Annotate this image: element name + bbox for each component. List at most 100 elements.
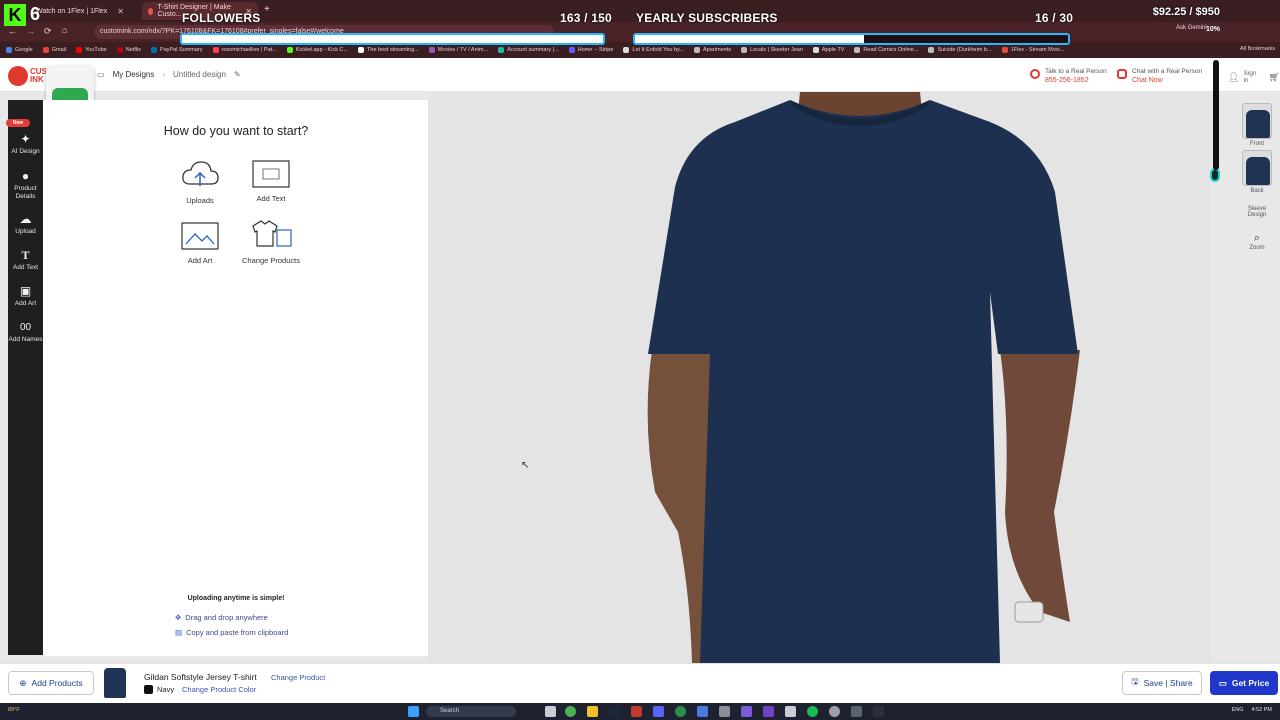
color-name: Navy: [157, 685, 175, 694]
bookmark[interactable]: The best streaming...: [358, 47, 419, 53]
subs-label: YEARLY SUBSCRIBERS: [636, 11, 778, 25]
clock[interactable]: 4:52 PM: [1252, 707, 1272, 713]
rail-add-text[interactable]: T Add Text: [8, 249, 43, 272]
subs-progress-fill: [635, 35, 865, 43]
sign-in[interactable]: 👤︎ Sign in 🛒︎: [1228, 70, 1280, 84]
steam-icon[interactable]: [609, 706, 620, 717]
view-sleeve-design[interactable]: Sleeve Design: [1240, 206, 1274, 218]
clipboard-icon: ▤: [175, 628, 183, 637]
back-icon[interactable]: ←: [8, 26, 17, 36]
phone-number[interactable]: 855-256-1852: [1045, 76, 1107, 85]
app-icon[interactable]: [719, 706, 730, 717]
back-thumbnail: [1242, 150, 1272, 186]
taskview-icon[interactable]: [545, 706, 556, 717]
spotify-icon[interactable]: [807, 706, 818, 717]
breadcrumb-current[interactable]: Untitled design: [173, 70, 226, 79]
movies-icon: [428, 47, 435, 53]
rail-add-names[interactable]: 00 Add Names: [8, 321, 43, 344]
bookmark[interactable]: Kicklet.app - Kick C...: [286, 47, 348, 53]
rail-product-details[interactable]: ● Product Details: [8, 170, 43, 200]
app-icon[interactable]: [697, 706, 708, 717]
bookmark[interactable]: rosomichaellive | Pat...: [212, 47, 277, 53]
chat-now-link[interactable]: Chat Now: [1132, 76, 1202, 85]
folder-icon: ▭: [97, 70, 105, 79]
bookmark[interactable]: Movies / TV / Anim...: [428, 47, 488, 53]
pencil-icon[interactable]: ✎: [234, 70, 241, 79]
folder-icon: [854, 47, 861, 53]
bookmark[interactable]: Gmail: [42, 47, 66, 53]
grid-app-icon[interactable]: [763, 706, 774, 717]
youtube-icon: [76, 47, 83, 53]
reload-icon[interactable]: ⟳: [44, 26, 52, 37]
language-indicator[interactable]: ENG: [1232, 707, 1244, 713]
design-canvas[interactable]: [430, 92, 1210, 663]
zoom-button[interactable]: ⌕ Zoom: [1240, 232, 1274, 251]
view-front[interactable]: Front: [1240, 103, 1274, 147]
app-icon[interactable]: [785, 706, 796, 717]
gemini-button[interactable]: Ask Gemini: [1176, 25, 1207, 31]
rail-ai-design[interactable]: ✦ AI Design: [8, 133, 43, 156]
app-icon[interactable]: [851, 706, 862, 717]
bookmark[interactable]: Account summary |...: [498, 47, 559, 53]
goal-percent: 10%: [1206, 26, 1221, 33]
file-explorer-icon[interactable]: [587, 706, 598, 717]
paypal-icon: [151, 47, 158, 53]
scrollbar[interactable]: [1213, 60, 1219, 170]
windows-start-icon[interactable]: [408, 706, 419, 717]
add-products-button[interactable]: ⊕ Add Products: [8, 671, 94, 695]
close-icon[interactable]: ✕: [117, 7, 124, 16]
change-product-link[interactable]: Change Product: [271, 673, 325, 682]
all-bookmarks[interactable]: All Bookmarks: [1240, 46, 1275, 52]
discord-icon[interactable]: [653, 706, 664, 717]
bookmark[interactable]: Locals | Skeeter Jean: [741, 47, 803, 53]
bookmark[interactable]: 1Flex - Stream Movi...: [1001, 47, 1064, 53]
taskbar-search[interactable]: Search: [426, 706, 516, 717]
cloud-upload-icon: [182, 161, 219, 186]
flex-icon: [1001, 47, 1008, 53]
bookmark[interactable]: Read Comics Online...: [854, 47, 918, 53]
chevron-right-icon: ›: [162, 70, 166, 79]
cart-icon[interactable]: 🛒︎: [1269, 72, 1280, 83]
cloud-upload-icon: ☁: [19, 212, 32, 226]
talk-to-person[interactable]: Talk to a Real Person 855-256-1852: [1045, 67, 1107, 85]
bookmark[interactable]: Google: [6, 47, 33, 53]
folder-icon: [741, 47, 748, 53]
stream-scroll-indicator: [1210, 168, 1220, 182]
save-share-button[interactable]: 🖫︎ Save | Share: [1122, 671, 1202, 695]
view-back[interactable]: Back: [1240, 150, 1274, 194]
bookmark[interactable]: Apple TV: [812, 47, 844, 53]
bookmark[interactable]: Suicide (Durkheim b...: [928, 47, 992, 53]
app-icon[interactable]: [631, 706, 642, 717]
bookmark[interactable]: Netflix: [116, 47, 141, 53]
bookmark[interactable]: Home -- Stripe: [568, 47, 613, 53]
weather-widget[interactable]: 89°F: [8, 707, 20, 713]
chrome-icon[interactable]: [565, 706, 576, 717]
chat-with-person[interactable]: Chat with a Real Person Chat Now: [1132, 67, 1202, 85]
option-add-text[interactable]: Add Text: [236, 160, 306, 203]
drop-icon: ●: [21, 169, 30, 183]
home-icon[interactable]: ⌂: [62, 25, 67, 35]
bookmark[interactable]: YouTube: [76, 47, 107, 53]
option-change-products[interactable]: Change Products: [236, 216, 306, 265]
rail-add-art[interactable]: ▣ Add Art: [8, 285, 43, 308]
rail-upload[interactable]: ☁ Upload: [8, 213, 43, 236]
new-tab-button[interactable]: +: [264, 4, 270, 15]
option-uploads[interactable]: Uploads: [165, 158, 235, 205]
app-icon[interactable]: [741, 706, 752, 717]
bookmark[interactable]: PayPal Summary: [151, 47, 203, 53]
get-price-button[interactable]: ▭ Get Price: [1210, 671, 1278, 695]
kick-logo: K: [4, 4, 26, 26]
bookmark[interactable]: Apartments: [693, 47, 731, 53]
bookmark[interactable]: Let It Enfold You by...: [623, 47, 684, 53]
change-color-link[interactable]: Change Product Color: [182, 685, 256, 694]
option-add-art[interactable]: Add Art: [165, 222, 235, 265]
xbox-icon[interactable]: [675, 706, 686, 717]
app-icon[interactable]: [873, 706, 884, 717]
browser-tab[interactable]: Watch on 1Flex | 1Flex ✕: [30, 2, 142, 20]
chat-icon: [1117, 69, 1127, 79]
forward-icon[interactable]: →: [26, 26, 35, 36]
settings-icon[interactable]: [829, 706, 840, 717]
viewer-count: 6: [30, 4, 41, 24]
favicon-icon: [148, 7, 154, 15]
breadcrumb-my-designs[interactable]: My Designs: [113, 70, 155, 79]
